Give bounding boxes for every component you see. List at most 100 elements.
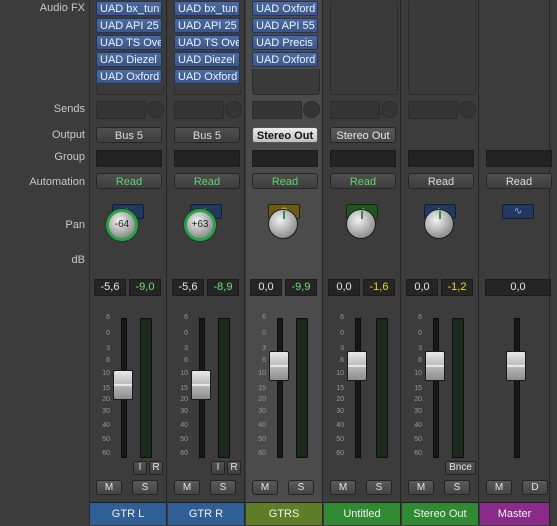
pan-knob[interactable] [268, 209, 298, 239]
fader-scale: 6 0 3 6 10 15 20 30 40 50 60 [248, 314, 266, 457]
audio-fx-slot[interactable]: UAD Diezel [96, 52, 162, 67]
output-button[interactable]: Stereo Out [330, 127, 396, 143]
mute-button[interactable]: M [252, 480, 278, 495]
mute-button[interactable]: M [408, 480, 434, 495]
solo-button[interactable]: S [210, 480, 236, 495]
volume-fader[interactable] [113, 369, 133, 400]
scale-tick-label: 50 [102, 436, 110, 443]
group-slot[interactable] [96, 150, 162, 167]
track-name[interactable]: GTR L [90, 502, 166, 525]
send-knob[interactable] [147, 101, 164, 118]
label-group: Group [54, 151, 85, 163]
fx-empty-slot[interactable] [330, 1, 398, 95]
mute-button[interactable]: M [96, 480, 122, 495]
solo-button[interactable]: S [444, 480, 470, 495]
record-enable-button[interactable]: R [227, 461, 241, 475]
automation-mode-button[interactable]: Read [252, 173, 318, 189]
pan-knob[interactable] [424, 209, 454, 239]
fx-empty-slot[interactable] [252, 69, 320, 95]
input-monitor-button[interactable]: I [211, 461, 225, 475]
fx-empty-slot[interactable] [408, 1, 476, 95]
audio-fx-slot[interactable]: UAD Diezel [174, 52, 240, 67]
audio-fx-slot[interactable]: UAD API 55 [252, 18, 318, 33]
audio-fx-slot[interactable]: UAD TS Ove [174, 35, 240, 50]
waveform-icon[interactable]: ∿ [502, 204, 534, 219]
send-knob[interactable] [381, 101, 398, 118]
send-knob[interactable] [225, 101, 242, 118]
group-slot[interactable] [174, 150, 240, 167]
pan-knob[interactable]: +63 [184, 209, 216, 241]
scale-tick-label: 50 [336, 436, 344, 443]
audio-fx-slot[interactable]: UAD Oxford [174, 69, 240, 84]
automation-mode-button[interactable]: Read [174, 173, 240, 189]
scale-tick-label: 60 [180, 450, 188, 457]
volume-db-readout: -5,6 [94, 279, 126, 296]
output-button[interactable]: Stereo Out [252, 127, 318, 143]
volume-db-readout: 0,0 [485, 279, 551, 296]
audio-fx-slot[interactable]: UAD Oxford [96, 69, 162, 84]
pan-knob[interactable] [346, 209, 376, 239]
audio-fx-slot[interactable]: UAD API 25 [96, 18, 162, 33]
automation-mode-button[interactable]: Read [486, 173, 552, 189]
audio-fx-slot[interactable]: UAD TS Ove [96, 35, 162, 50]
scale-tick-label: 6 [340, 314, 344, 321]
volume-fader[interactable] [347, 350, 367, 381]
scale-tick-label: 40 [336, 422, 344, 429]
record-enable-button[interactable]: R [149, 461, 163, 475]
track-name[interactable]: Master [480, 502, 549, 525]
group-slot[interactable] [330, 150, 396, 167]
scale-tick-label: 0 [106, 330, 110, 337]
scale-tick-label: 15 [258, 385, 266, 392]
pan-knob[interactable]: -64 [106, 209, 138, 241]
volume-fader[interactable] [269, 350, 289, 381]
channel-strip: UAD bx_tun UAD API 25 UAD TS Ove UAD Diezel… [168, 0, 245, 525]
mute-button[interactable]: M [486, 480, 512, 495]
scale-tick-label: 10 [414, 370, 422, 377]
scale-tick-label: 20 [102, 396, 110, 403]
scale-tick-label: 60 [102, 450, 110, 457]
solo-button[interactable]: S [288, 480, 314, 495]
scale-tick-label: 20 [414, 396, 422, 403]
track-name[interactable]: Stereo Out [402, 502, 478, 525]
volume-fader[interactable] [425, 350, 445, 381]
volume-fader[interactable] [506, 350, 526, 381]
solo-button[interactable]: D [522, 480, 548, 495]
group-slot[interactable] [486, 150, 552, 167]
track-name[interactable]: Untitled [324, 502, 400, 525]
audio-fx-slot[interactable]: UAD bx_tun [96, 1, 162, 16]
automation-mode-button[interactable]: Read [408, 173, 474, 189]
audio-fx-slot[interactable]: UAD Precis [252, 35, 318, 50]
audio-fx-slot[interactable]: UAD bx_tun [174, 1, 240, 16]
label-sends: Sends [53, 103, 85, 115]
volume-fader[interactable] [191, 369, 211, 400]
mute-button[interactable]: M [174, 480, 200, 495]
group-slot[interactable] [252, 150, 318, 167]
fader-track [277, 318, 283, 458]
send-knob[interactable] [303, 101, 320, 118]
audio-fx-slot[interactable]: UAD Oxford [252, 52, 318, 67]
input-monitor-button[interactable]: I [133, 461, 147, 475]
track-name[interactable]: GTRS [246, 502, 322, 525]
send-slot[interactable] [252, 101, 302, 119]
scale-tick-label: 6 [262, 357, 266, 364]
send-slot[interactable] [174, 101, 224, 119]
automation-mode-button[interactable]: Read [96, 173, 162, 189]
send-slot[interactable] [408, 101, 458, 119]
send-slot[interactable] [330, 101, 380, 119]
mute-button[interactable]: M [330, 480, 356, 495]
group-slot[interactable] [408, 150, 474, 167]
output-button[interactable]: Bus 5 [96, 127, 162, 143]
output-button[interactable]: Bus 5 [174, 127, 240, 143]
solo-button[interactable]: S [132, 480, 158, 495]
bounce-button[interactable]: Bnce [445, 461, 476, 475]
audio-fx-slot[interactable]: UAD Oxford [252, 1, 318, 16]
solo-button[interactable]: S [366, 480, 392, 495]
fx-empty-slot[interactable] [96, 86, 164, 95]
audio-fx-slot[interactable]: UAD API 25 [174, 18, 240, 33]
fx-empty-slot[interactable] [174, 86, 242, 95]
track-name[interactable]: GTR R [168, 502, 244, 525]
scale-tick-label: 15 [336, 385, 344, 392]
send-slot[interactable] [96, 101, 146, 119]
automation-mode-button[interactable]: Read [330, 173, 396, 189]
send-knob[interactable] [459, 101, 476, 118]
